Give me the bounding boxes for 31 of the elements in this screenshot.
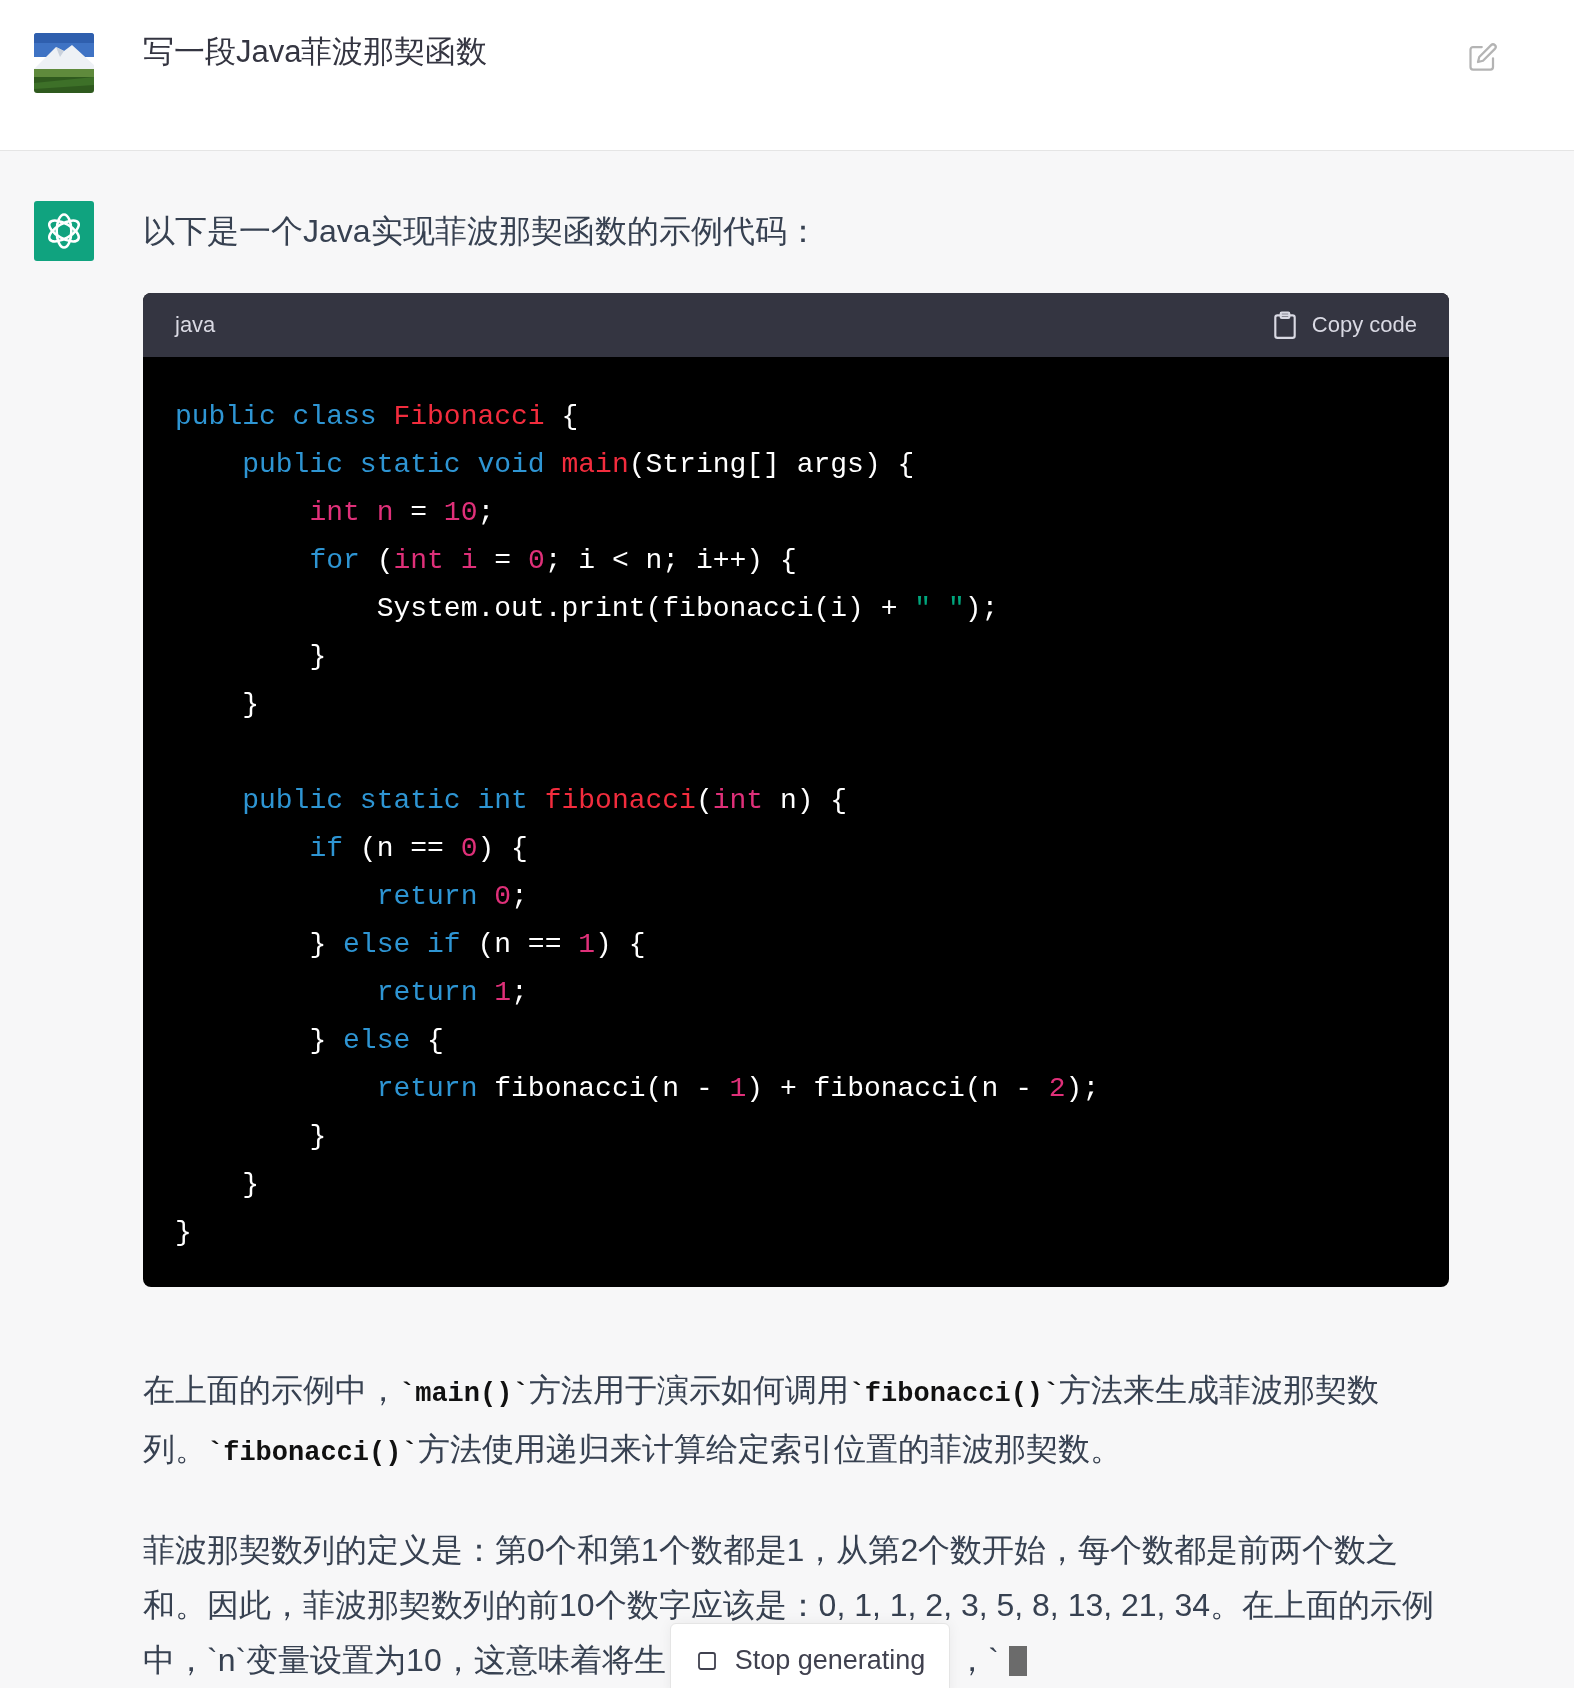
code-line: public static void main(String[] args) { [241,448,916,482]
code-line: return 0; [375,880,529,914]
code-line: } [241,1168,260,1202]
code-line: return fibonacci(n - 1) + fibonacci(n - 2); [375,1072,1101,1106]
clipboard-icon [1271,311,1298,339]
code-line: } else if (n == 1) { [308,928,647,962]
code-line: } [308,1120,328,1154]
language-label: java [175,312,216,338]
edit-icon[interactable] [1468,42,1498,72]
code-line: public class Fibonacci { [175,400,580,434]
code-line: } [175,1216,193,1250]
message-text: 以下是一个Java实现菲波那契函数的示例代码： [143,212,820,251]
message-text: 写一段Java菲波那契函数 [143,33,489,71]
code-line: return 1; [375,976,529,1010]
code-line: } else { [308,1024,445,1058]
message-text: 中，`n`变量设置为10，这意味着将生 [143,1641,666,1680]
code-line: for (int i = 0; i < n; i++) { [308,544,798,578]
code-line: int n = 10; [308,496,496,530]
cursor-icon [1009,1645,1027,1676]
logo-icon [34,201,94,261]
paragraph: 菲波那契数列的定义是：第0个和第1个数都是1，从第2个数开始，每个数都是前两个数之和。因此，菲波那契数列的前10个数字应该是：0, 1, 1, 2, 3, 5, 8, 13, 21, 34。在上面的示例 [143,1531,1435,1625]
message-text: ，` [956,1641,999,1680]
code-line: System.out.print(fibonacci(i) + " "); [375,592,1000,626]
stop-generating-button[interactable]: Stop generating [669,1622,951,1688]
code-line: } [308,640,328,674]
copy-code-button[interactable]: Copy code [1271,311,1417,339]
paragraph: 在上面的示例中，`main()`方法用于演示如何调用`fibonacci()`方法来生成菲波那契数列。`fibonacci()`方法使用递归来计算给定索引位置的菲波那契数。 [143,1371,1381,1470]
code-line: if (n == 0) { [308,832,529,866]
code-line: } [241,688,260,722]
stop-icon [696,1650,717,1671]
code-line: public static int fibonacci(int n) { [241,784,849,818]
